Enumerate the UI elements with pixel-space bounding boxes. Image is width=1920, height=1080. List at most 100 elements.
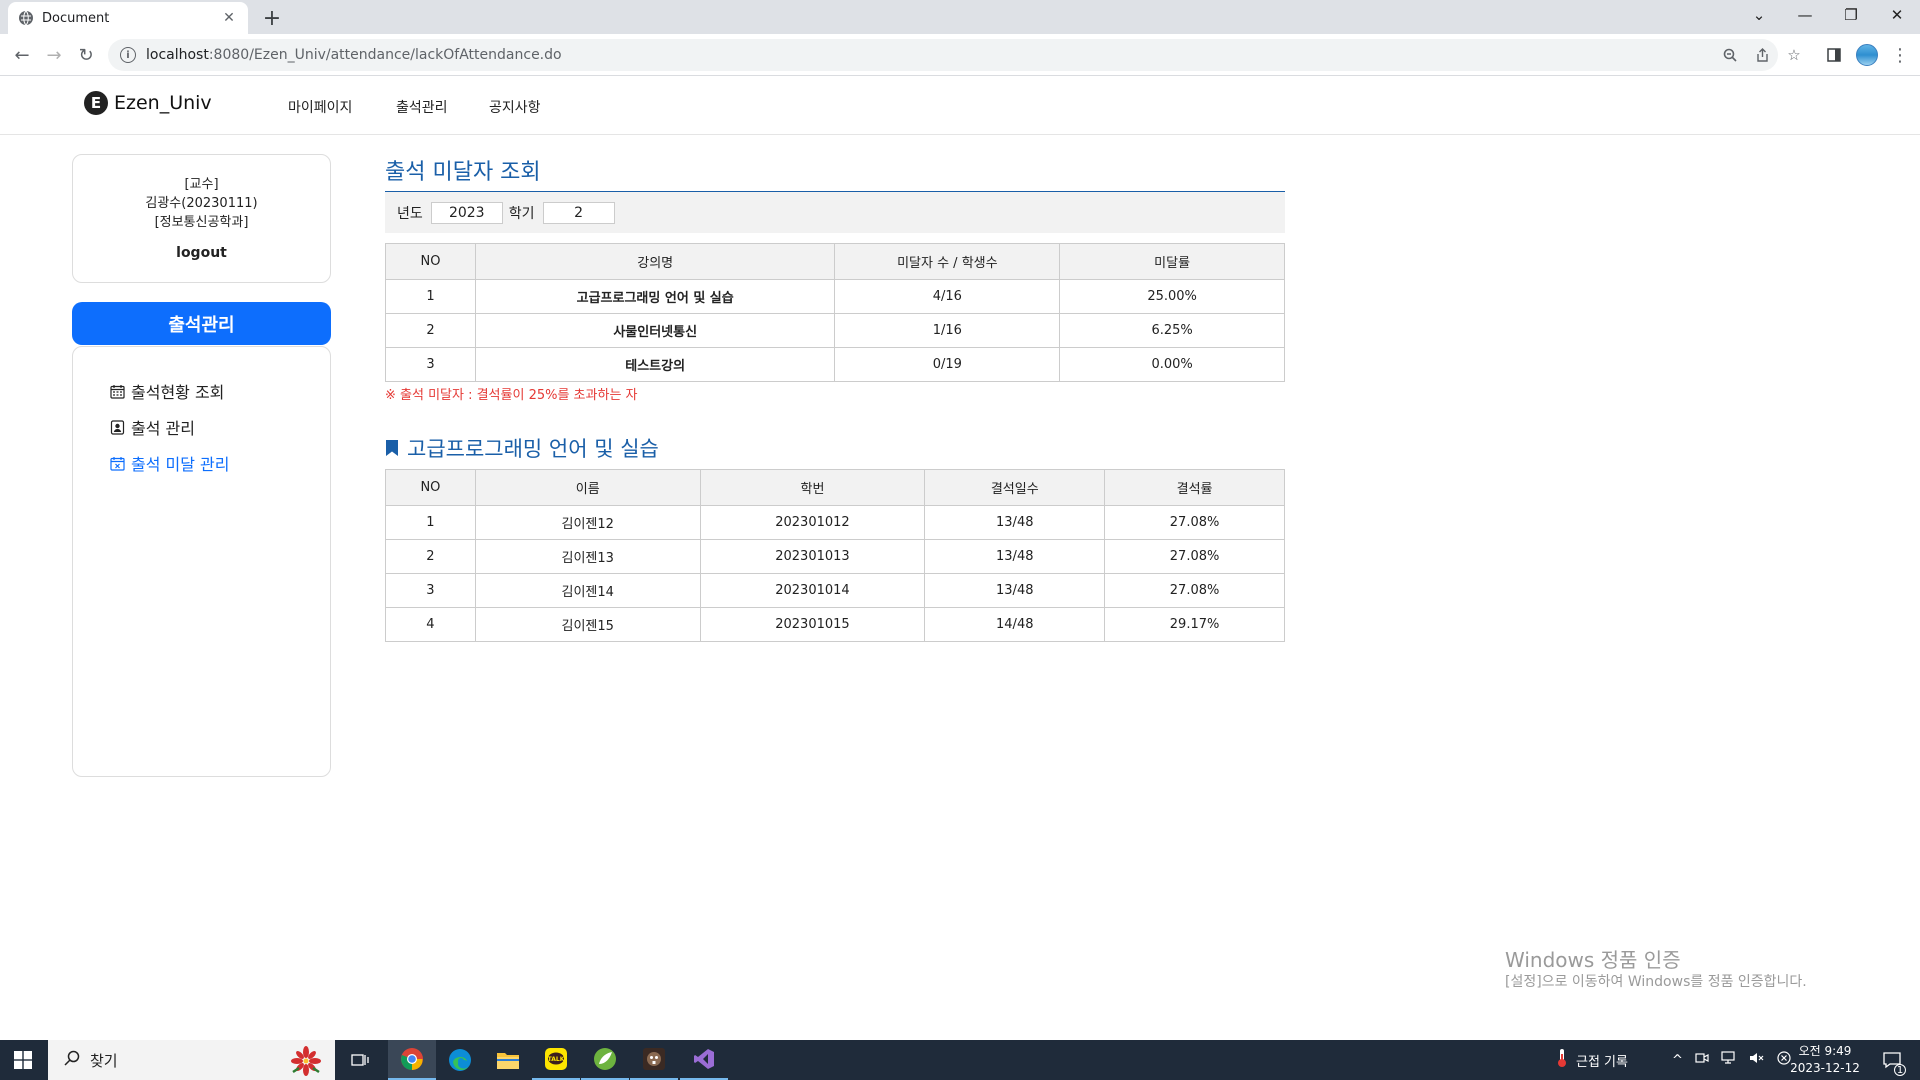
thermometer-icon <box>1556 1048 1568 1072</box>
weather-widget[interactable]: 근접 기록 <box>1556 1040 1628 1080</box>
semester-field[interactable]: 2 <box>542 201 615 224</box>
bookmark-star-icon[interactable]: ☆ <box>1780 41 1808 69</box>
cell-name: 김이젠13 <box>474 539 701 574</box>
chrome-icon[interactable] <box>388 1040 436 1080</box>
nav-notice[interactable]: 공지사항 <box>489 97 541 117</box>
site-info-icon[interactable]: i <box>120 47 136 63</box>
selected-course-name: 고급프로그래밍 언어 및 실습 <box>407 437 659 461</box>
sidebar-item-attendance-status[interactable]: 출석현황 조회 <box>73 373 330 409</box>
site-header: E Ezen_Univ 마이페이지 출석관리 공지사항 <box>0 77 1920 135</box>
table-row: 4 김이젠15 202301015 14/48 29.17% <box>385 607 1285 642</box>
table-row[interactable]: 1 고급프로그래밍 언어 및 실습 4/16 25.00% <box>385 279 1285 314</box>
share-icon[interactable] <box>1748 41 1776 69</box>
col-lack-rate: 미달률 <box>1059 243 1285 280</box>
globe-icon <box>18 10 34 26</box>
year-field[interactable]: 2023 <box>430 201 503 224</box>
taskbar: 찾기 TALK 근접 기록 ^ 오전 9:49 2023-12-12 1 <box>0 1040 1920 1080</box>
cell-absent-rate: 29.17% <box>1104 607 1285 642</box>
activation-watermark-title: Windows 정품 인증 <box>1505 948 1681 972</box>
table-row: 3 김이젠14 202301014 13/48 27.08% <box>385 573 1285 608</box>
year-label: 년도 <box>397 205 423 222</box>
profile-card: [교수] 김광수(20230111) [정보통신공학과] logout <box>72 154 331 283</box>
taskbar-search[interactable]: 찾기 <box>48 1040 335 1080</box>
student-table: NO 이름 학번 결석일수 결석률 1 김이젠12 202301012 13/4… <box>385 469 1285 642</box>
url-host: localhost <box>146 47 209 63</box>
sidebar-menu: 출석현황 조회 출석 관리 출석 미달 관리 <box>72 346 331 777</box>
cell-no: 1 <box>385 279 476 314</box>
table-row[interactable]: 3 테스트강의 0/19 0.00% <box>385 347 1285 382</box>
logout-link[interactable]: logout <box>73 244 330 263</box>
tab-search-icon[interactable]: ⌄ <box>1736 0 1782 30</box>
cell-course-name[interactable]: 사물인터넷통신 <box>474 313 836 348</box>
filter-bar: 년도 2023 학기 2 <box>385 192 1285 233</box>
task-view-icon[interactable] <box>336 1040 384 1080</box>
sidebar-item-lack-attendance[interactable]: 출석 미달 관리 <box>73 445 330 481</box>
more-menu-icon[interactable]: ⋮ <box>1888 41 1912 69</box>
table-row: 1 김이젠12 202301012 13/48 27.08% <box>385 505 1285 540</box>
cell-student-id: 202301015 <box>699 607 926 642</box>
meet-icon[interactable] <box>1695 1052 1709 1068</box>
profile-avatar[interactable] <box>1856 44 1878 66</box>
zoom-icon[interactable] <box>1716 41 1744 69</box>
kakaotalk-icon[interactable]: TALK <box>532 1040 580 1080</box>
cell-lack-count: 0/19 <box>834 347 1061 382</box>
network-icon[interactable] <box>1721 1051 1737 1069</box>
col-no: NO <box>385 469 476 506</box>
windows-start-icon[interactable] <box>0 1040 46 1080</box>
bookmark-icon <box>386 440 398 456</box>
cell-student-id: 202301012 <box>699 505 926 540</box>
cell-no: 3 <box>385 573 476 608</box>
col-student-id: 학번 <box>699 469 926 506</box>
profile-role: [교수] <box>184 177 219 192</box>
cell-lack-count: 1/16 <box>834 313 1061 348</box>
reload-icon[interactable]: ↻ <box>72 41 100 69</box>
system-tray: ^ <box>1672 1040 1791 1080</box>
cell-absent-days: 13/48 <box>924 539 1106 574</box>
col-course-name: 강의명 <box>474 243 836 280</box>
cell-absent-rate: 27.08% <box>1104 573 1285 608</box>
notification-button[interactable]: 1 <box>1870 1040 1914 1080</box>
dbeaver-icon[interactable] <box>630 1040 678 1080</box>
search-placeholder: 찾기 <box>90 1051 118 1070</box>
table-row[interactable]: 2 사물인터넷통신 1/16 6.25% <box>385 313 1285 348</box>
table-header-row: NO 이름 학번 결석일수 결석률 <box>385 469 1285 506</box>
minimize-button[interactable]: — <box>1782 0 1828 30</box>
ime-icon[interactable] <box>1777 1051 1791 1069</box>
search-icon <box>64 1050 80 1070</box>
browser-tab[interactable]: Document ✕ <box>8 2 248 34</box>
sidebar-item-label: 출석현황 조회 <box>131 383 225 402</box>
chevron-up-icon[interactable]: ^ <box>1672 1053 1683 1068</box>
back-icon[interactable]: ← <box>8 41 36 69</box>
new-tab-button[interactable]: + <box>258 4 286 32</box>
course-table: NO 강의명 미달자 수 / 학생수 미달률 1 고급프로그래밍 언어 및 실습… <box>385 243 1285 382</box>
spring-tool-icon[interactable] <box>581 1040 629 1080</box>
close-window-button[interactable]: ✕ <box>1874 0 1920 30</box>
lack-definition-note: ※ 출석 미달자 : 결석률이 25%를 초과하는 자 <box>385 388 638 403</box>
clock-date: 2023-12-12 <box>1790 1061 1860 1075</box>
volume-muted-icon[interactable] <box>1749 1051 1765 1069</box>
clock-time: 오전 9:49 <box>1798 1044 1852 1058</box>
logo-icon: E <box>84 91 108 115</box>
cell-course-name[interactable]: 테스트강의 <box>474 347 836 382</box>
site-logo[interactable]: E Ezen_Univ <box>84 91 212 115</box>
visual-studio-icon[interactable] <box>680 1040 728 1080</box>
notification-count: 1 <box>1894 1064 1906 1076</box>
sidebar-item-attendance-manage[interactable]: 출석 관리 <box>73 409 330 445</box>
semester-label: 학기 <box>508 205 535 222</box>
tab-title: Document <box>42 10 110 26</box>
side-panel-icon[interactable] <box>1820 41 1848 69</box>
file-explorer-icon[interactable] <box>484 1040 532 1080</box>
cell-lack-rate: 6.25% <box>1059 313 1285 348</box>
restore-button[interactable]: ❐ <box>1828 0 1874 30</box>
cell-name: 김이젠15 <box>474 607 701 642</box>
cell-name: 김이젠12 <box>474 505 701 540</box>
nav-attendance[interactable]: 출석관리 <box>396 97 448 117</box>
profile-dept: [정보통신공학과] <box>154 215 249 230</box>
address-bar[interactable]: i localhost:8080/Ezen_Univ/attendance/la… <box>108 39 1778 71</box>
edge-icon[interactable] <box>436 1040 484 1080</box>
system-clock[interactable]: 오전 9:49 2023-12-12 <box>1790 1043 1860 1077</box>
forward-icon[interactable]: → <box>40 41 68 69</box>
cell-course-name[interactable]: 고급프로그래밍 언어 및 실습 <box>474 279 836 314</box>
tab-close-icon[interactable]: ✕ <box>220 9 238 27</box>
nav-mypage[interactable]: 마이페이지 <box>288 97 352 117</box>
